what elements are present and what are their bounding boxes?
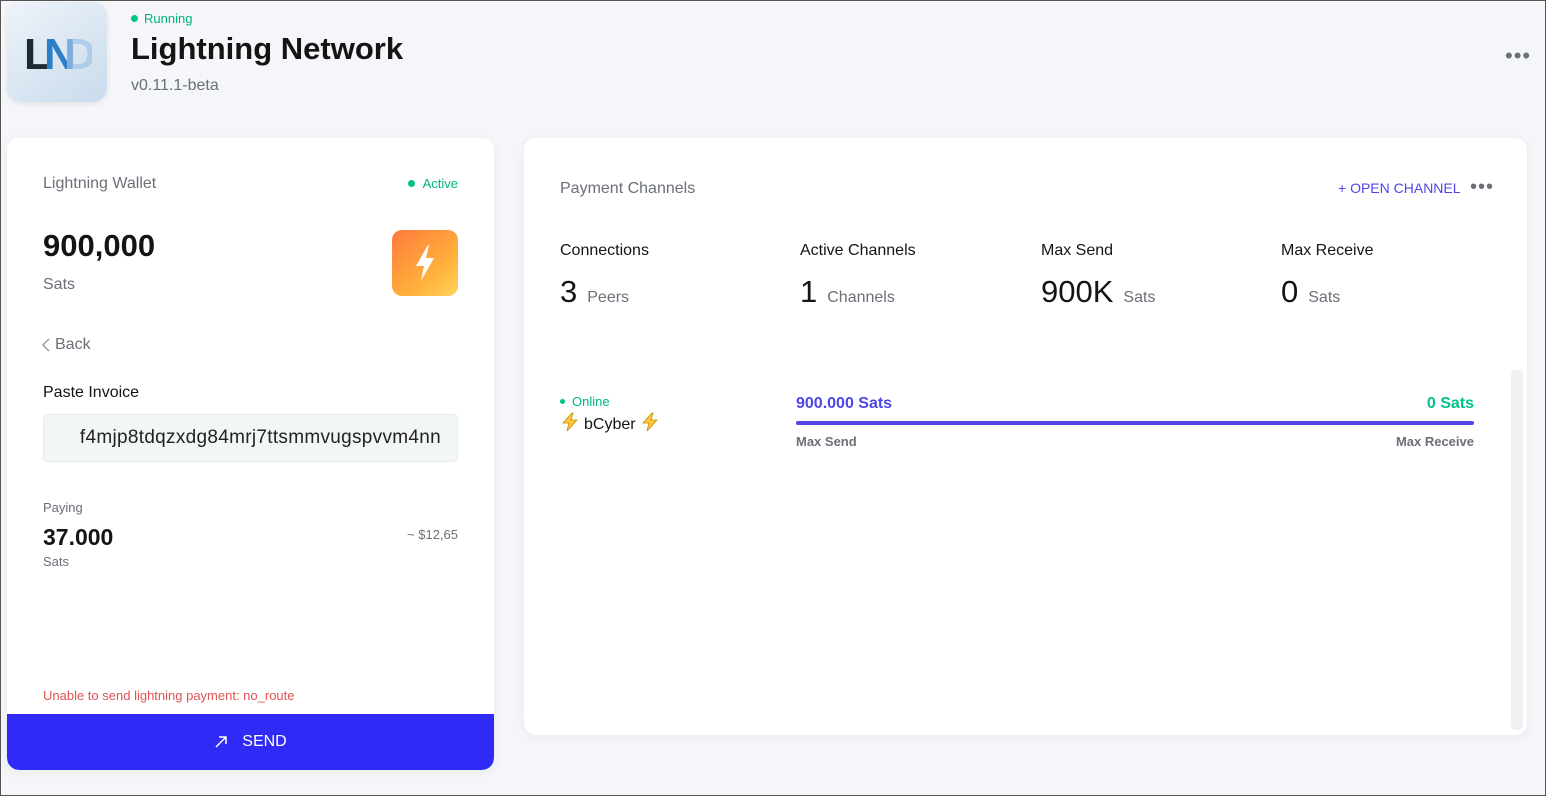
stat-unit: Peers: [587, 289, 630, 306]
wallet-status: Active: [407, 176, 458, 191]
app-title: Lightning Network: [131, 31, 404, 66]
app-logo: L N D: [7, 2, 107, 102]
status-dot-icon: [560, 399, 565, 404]
channel-receive-value: 0 Sats: [1426, 395, 1474, 412]
payment-error-message: Unable to send lightning payment: no_rou…: [43, 688, 295, 703]
wallet-unit: Sats: [43, 276, 76, 293]
open-channel-button[interactable]: + OPEN CHANNEL: [1338, 180, 1461, 196]
stat-value: 0: [1281, 274, 1299, 309]
peer-status-label: Online: [572, 394, 610, 409]
stat-connections: Connections 3 Peers: [560, 242, 649, 310]
stat-active-channels: Active Channels 1 Channels: [800, 242, 916, 310]
stat-label: Max Send: [1041, 242, 1114, 259]
channel-balance-bar: [796, 421, 1474, 425]
app-header: L N D Running Lightning Network v0.11.1-…: [1, 1, 1546, 121]
peer-name[interactable]: bCyber: [560, 412, 660, 437]
stat-unit: Sats: [1308, 289, 1341, 306]
stat-max-send: Max Send 900K Sats: [1041, 242, 1155, 310]
stat-label: Max Receive: [1281, 242, 1374, 259]
lnd-logo-icon: L N D: [24, 30, 92, 77]
channel-receive-label: Max Receive: [1395, 434, 1474, 449]
stat-max-receive: Max Receive 0 Sats: [1281, 242, 1373, 310]
paying-unit: Sats: [43, 554, 70, 569]
app-status-label: Running: [144, 11, 193, 26]
channels-more-options-icon[interactable]: •••: [1470, 176, 1494, 199]
stat-unit: Sats: [1123, 289, 1156, 306]
invoice-input[interactable]: [43, 414, 458, 462]
wallet-balance: 900,000: [43, 228, 156, 263]
back-button[interactable]: Back: [41, 336, 91, 354]
chevron-left-icon: [41, 338, 50, 352]
stat-value: 900K: [1041, 274, 1114, 309]
lightning-bolt-icon: [392, 230, 458, 296]
send-button[interactable]: SEND: [7, 714, 494, 770]
app-version: v0.11.1-beta: [131, 77, 219, 94]
stat-value: 1: [800, 274, 818, 309]
paying-label: Paying: [43, 500, 83, 515]
paying-fiat-value: ~ $12,65: [407, 527, 458, 542]
channel-balance-fill: [796, 421, 1474, 425]
channels-scrollbar[interactable]: [1511, 370, 1523, 730]
stat-value: 3: [560, 274, 578, 309]
lightning-wallet-card: Lightning Wallet Active 900,000 Sats Bac…: [7, 138, 494, 770]
channel-send-label: Max Send: [796, 434, 857, 449]
peer-name-label: bCyber: [584, 415, 636, 433]
app-status: Running: [131, 11, 192, 26]
channel-send-value: 900.000 Sats: [796, 395, 893, 412]
channels-title: Payment Channels: [560, 180, 696, 197]
stat-label: Active Channels: [800, 242, 916, 259]
wallet-title: Lightning Wallet: [43, 175, 157, 192]
invoice-label: Paste Invoice: [43, 384, 140, 401]
peer-status: Online: [560, 394, 610, 409]
stat-label: Connections: [560, 242, 649, 259]
status-dot-icon: [407, 180, 415, 187]
lightning-emoji-icon: [560, 412, 580, 437]
arrow-up-right-icon: [215, 736, 228, 748]
status-dot-icon: [131, 15, 138, 22]
lightning-emoji-icon: [640, 412, 660, 437]
payment-channels-card: Payment Channels + OPEN CHANNEL ••• Conn…: [524, 138, 1527, 735]
svg-text:D: D: [64, 30, 92, 77]
stat-unit: Channels: [827, 289, 895, 306]
wallet-status-label: Active: [422, 176, 458, 191]
more-options-icon[interactable]: •••: [1505, 43, 1531, 69]
paying-amount: 37.000: [43, 524, 114, 550]
send-label: SEND: [242, 733, 287, 750]
back-label: Back: [55, 336, 91, 353]
